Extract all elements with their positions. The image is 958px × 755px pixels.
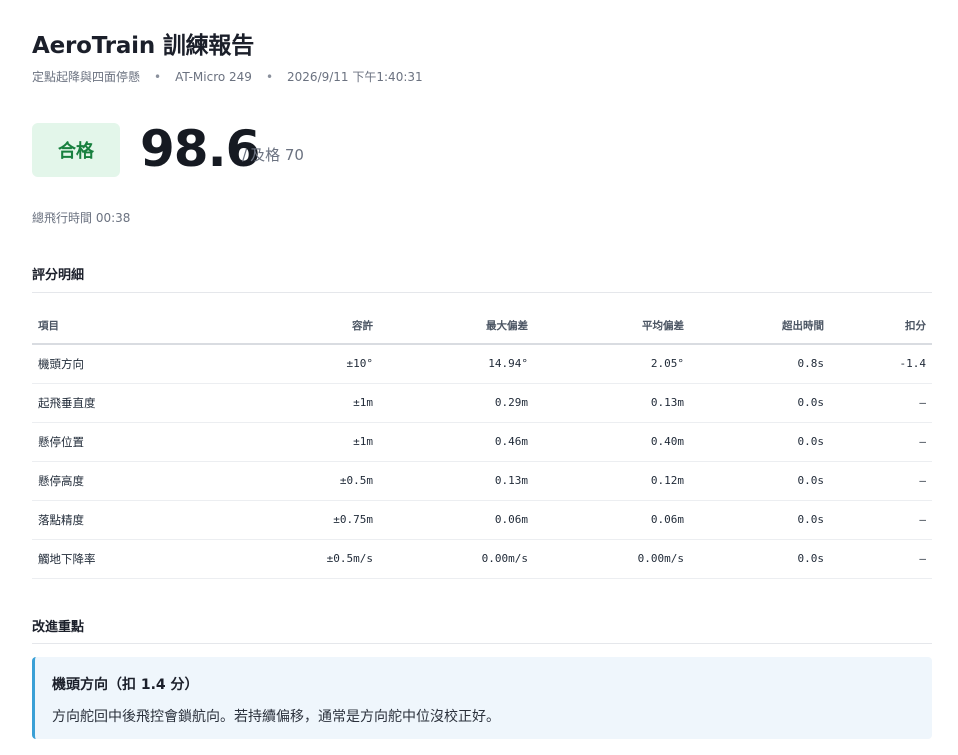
report-meta: 定點起降與四面停懸 • AT-Micro 249 • 2026/9/11 下午1… xyxy=(32,68,423,85)
improvements-section-title: 改進重點 xyxy=(32,620,85,635)
table-row: 懸停高度 ±0.5m 0.13m 0.12m 0.0s — xyxy=(32,461,932,501)
cell-exceed-time: 0.0s xyxy=(690,383,830,423)
cell-max-deviation: 0.00m/s xyxy=(379,539,534,579)
table-row: 懸停位置 ±1m 0.46m 0.40m 0.0s — xyxy=(32,422,932,462)
cell-item: 懸停位置 xyxy=(32,422,172,462)
total-flight-time: 總飛行時間 00:38 xyxy=(32,211,131,225)
improvement-body: 方向舵回中後飛控會鎖航向。若持續偏移，通常是方向舵中位沒校正好。 xyxy=(52,709,500,725)
report-datetime: 2026/9/11 下午1:40:31 xyxy=(287,70,423,84)
cell-tolerance: ±0.5m/s xyxy=(172,539,379,579)
meta-separator: • xyxy=(154,69,162,84)
cell-deduction: — xyxy=(830,422,932,462)
column-header-exceed-time: 超出時間 xyxy=(690,308,830,345)
aircraft-name: AT-Micro 249 xyxy=(175,69,252,84)
cell-item: 起飛垂直度 xyxy=(32,383,172,423)
column-header-tolerance: 容許 xyxy=(172,308,379,345)
improvement-heading: 機頭方向（扣 1.4 分） xyxy=(52,677,199,693)
cell-max-deviation: 0.46m xyxy=(379,422,534,462)
section-divider xyxy=(32,643,932,644)
training-report-page: AeroTrain 訓練報告 定點起降與四面停懸 • AT-Micro 249 … xyxy=(0,0,958,755)
cell-tolerance: ±0.5m xyxy=(172,461,379,501)
cell-tolerance: ±10° xyxy=(172,344,379,384)
table-header-row: 項目 容許 最大偏差 平均偏差 超出時間 扣分 xyxy=(32,308,932,345)
cell-item: 落點精度 xyxy=(32,500,172,540)
table-row: 觸地下降率 ±0.5m/s 0.00m/s 0.00m/s 0.0s — xyxy=(32,539,932,579)
pass-separator: / xyxy=(242,146,248,164)
cell-exceed-time: 0.0s xyxy=(690,539,830,579)
pass-threshold: / 及格 70 xyxy=(242,144,304,165)
cell-max-deviation: 0.06m xyxy=(379,500,534,540)
cell-tolerance: ±1m xyxy=(172,383,379,423)
section-divider xyxy=(32,292,932,293)
pass-threshold-label: 及格 70 xyxy=(250,146,304,164)
column-header-item: 項目 xyxy=(32,308,172,345)
cell-deduction: — xyxy=(830,383,932,423)
cell-exceed-time: 0.8s xyxy=(690,344,830,384)
pass-status-badge: 合格 xyxy=(32,123,120,177)
cell-deduction: — xyxy=(830,500,932,540)
cell-max-deviation: 14.94° xyxy=(379,344,534,384)
cell-max-deviation: 0.13m xyxy=(379,461,534,501)
cell-exceed-time: 0.0s xyxy=(690,461,830,501)
column-header-deduction: 扣分 xyxy=(830,308,932,345)
cell-avg-deviation: 0.40m xyxy=(534,422,690,462)
breakdown-section-title: 評分明細 xyxy=(32,268,85,283)
cell-tolerance: ±1m xyxy=(172,422,379,462)
cell-max-deviation: 0.29m xyxy=(379,383,534,423)
cell-avg-deviation: 2.05° xyxy=(534,344,690,384)
column-header-avg-deviation: 平均偏差 xyxy=(534,308,690,345)
cell-exceed-time: 0.0s xyxy=(690,422,830,462)
meta-separator: • xyxy=(265,69,274,84)
cell-item: 機頭方向 xyxy=(32,344,172,384)
table-row: 機頭方向 ±10° 14.94° 2.05° 0.8s -1.4 xyxy=(32,344,932,384)
cell-item: 觸地下降率 xyxy=(32,539,172,579)
cell-deduction: -1.4 xyxy=(830,344,932,384)
improvement-card: 機頭方向（扣 1.4 分） 方向舵回中後飛控會鎖航向。若持續偏移，通常是方向舵中… xyxy=(32,657,932,739)
cell-tolerance: ±0.75m xyxy=(172,500,379,540)
cell-avg-deviation: 0.06m xyxy=(534,500,690,540)
report-title: AeroTrain 訓練報告 xyxy=(32,33,255,59)
cell-exceed-time: 0.0s xyxy=(690,500,830,540)
table-row: 落點精度 ±0.75m 0.06m 0.06m 0.0s — xyxy=(32,500,932,540)
cell-avg-deviation: 0.00m/s xyxy=(534,539,690,579)
cell-item: 懸停高度 xyxy=(32,461,172,501)
cell-avg-deviation: 0.13m xyxy=(534,383,690,423)
table-row: 起飛垂直度 ±1m 0.29m 0.13m 0.0s — xyxy=(32,383,932,423)
score-breakdown-table: 項目 容許 最大偏差 平均偏差 超出時間 扣分 機頭方向 ±10° 14.94°… xyxy=(32,308,932,579)
column-header-max-deviation: 最大偏差 xyxy=(379,308,534,345)
mission-name: 定點起降與四面停懸 xyxy=(32,70,141,84)
cell-deduction: — xyxy=(830,461,932,501)
cell-avg-deviation: 0.12m xyxy=(534,461,690,501)
cell-deduction: — xyxy=(830,539,932,579)
